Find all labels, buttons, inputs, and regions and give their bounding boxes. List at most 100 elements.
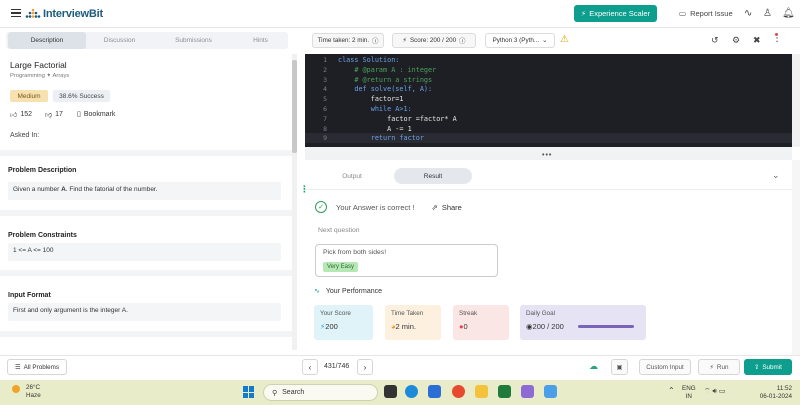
hamburger-menu-icon[interactable] [11,9,21,17]
difficulty-badge: Very Easy [323,262,359,272]
bell-icon[interactable]: 🔔︎ [782,8,795,19]
windows-start-icon[interactable] [243,386,255,398]
line-number: 5 [323,95,327,104]
upvote-button[interactable]: 👍︎ 152 [10,110,32,119]
line-number: 8 [323,124,327,133]
streak-card: Streak ●0 [453,305,509,340]
code-line[interactable]: return factor [338,134,424,142]
line-number: 7 [323,114,327,123]
file-explorer-icon[interactable] [475,385,488,398]
daily-goal-progress-bar [578,325,634,328]
report-icon: ▭ [679,9,687,18]
code-line[interactable]: A -= 1 [338,125,412,133]
downvote-button[interactable]: 👎︎ 17 [45,110,63,119]
list-icon: ☰ [15,363,21,371]
section-divider [0,210,292,216]
notification-dot [775,33,778,36]
line-number: 4 [323,85,327,94]
code-line[interactable]: # @param A : integer [338,66,436,74]
clock[interactable]: 11:52 06-01-2024 [758,385,792,401]
settings-icon[interactable]: ⚙ [732,35,740,46]
custom-input-button[interactable]: Custom Input [639,359,691,375]
share-icon: ⇗ [431,202,438,212]
lightning-icon: ⚡ [709,363,714,371]
score-card: Your Score ⚡200 [314,305,373,340]
weather-sun-icon [12,385,20,393]
section-body-constraints: 1 <= A <= 100 [8,243,281,261]
console-button[interactable]: ▣ [611,359,628,375]
drag-handle-icon[interactable]: ••• [542,152,552,159]
report-issue-button[interactable]: ▭ Report Issue [679,9,733,18]
share-button[interactable]: ⇗ Share [432,203,462,212]
run-button[interactable]: ⚡ Run [698,359,740,375]
line-number: 1 [323,56,327,64]
taskbar-search[interactable]: ⚲ Search [263,384,378,401]
bookmark-button[interactable]: ▯ Bookmark [77,110,115,119]
search-icon: ⚲ [272,389,278,397]
logo-text[interactable]: InterviewBit [43,8,103,20]
success-rate-badge: 38.6% Success [53,90,110,102]
tab-submissions[interactable]: Submissions [156,32,231,49]
all-problems-button[interactable]: ☰ All Problems [7,359,67,375]
task-view-icon[interactable] [384,385,397,398]
pulse-icon: ∿ [314,288,320,295]
language-indicator[interactable]: ENG IN [682,385,696,401]
tab-output[interactable]: Output [312,168,392,184]
section-divider [0,150,292,156]
activity-icon[interactable]: ∿ [744,8,752,19]
expand-icon[interactable]: ✖ [753,35,761,46]
tab-hints[interactable]: Hints [223,32,298,49]
next-question-title: Pick from both sides! [323,249,387,256]
time-taken-pill: Time taken: 2 min. ⓘ [312,33,384,48]
code-line[interactable]: # @return a strings [338,76,432,84]
lightning-icon: ⚡ [580,9,587,18]
code-line[interactable]: class Solution: [338,56,399,64]
problem-counter: 431/746 [324,363,350,370]
left-scrollbar[interactable] [292,54,297,350]
cloud-sync-icon[interactable]: ☁ [589,361,598,372]
line-number: 3 [323,75,327,84]
tab-result[interactable]: Result [394,168,472,184]
collapse-chevron-icon[interactable]: ⌄ [772,170,780,181]
store-icon[interactable] [428,385,441,398]
performance-heading: ∿ Your Performance [314,287,383,296]
code-line[interactable]: while A>1: [338,105,412,113]
bookmark-icon: ▯ [77,111,81,118]
code-line[interactable]: factor=1 [338,95,404,103]
warning-icon[interactable]: ⚠ [560,34,569,45]
next-question-label: Next question [318,227,360,234]
next-problem-button[interactable]: › [357,359,373,375]
daily-goal-card: Daily Goal ◉200 / 200 [520,305,646,340]
tab-description[interactable]: Description [8,32,86,49]
interviewbit-logo-icon [25,8,41,18]
problem-category: Programming ✦ Arrays [10,73,70,79]
submit-button[interactable]: ⇪ Submit [744,359,792,375]
code-line[interactable]: def solve(self, A): [338,85,432,93]
divider [305,189,793,190]
tray-chevron-icon[interactable]: ⌃ [668,386,675,395]
tab-discussion[interactable]: Discussion [82,32,157,49]
app-icon[interactable] [544,385,557,398]
next-question-card[interactable]: Pick from both sides! Very Easy [315,244,498,277]
upload-icon: ⇪ [754,363,760,371]
xbox-icon[interactable] [498,385,511,398]
language-select[interactable]: Python 3 (Pyth... ⌄ [485,33,555,48]
line-number: 6 [323,105,327,113]
check-circle-icon: ✓ [315,201,327,213]
edge-icon[interactable] [405,385,418,398]
thumbs-down-icon: 👎︎ [45,112,53,119]
reset-icon[interactable]: ↺ [711,35,719,46]
user-icon[interactable]: ♙ [763,8,772,19]
editor-scrollbar[interactable] [792,54,800,147]
result-scrollbar[interactable] [792,160,800,355]
chrome-icon[interactable] [452,385,465,398]
prev-problem-button[interactable]: ‹ [302,359,318,375]
lightning-icon: ⚡ [402,37,407,44]
chevron-down-icon: ⌄ [542,37,548,44]
code-line[interactable]: factor =factor* A [338,115,457,123]
section-heading-description: Problem Description [8,167,77,174]
wifi-sound-battery-icon[interactable]: ⌔ 🔊︎ ▭ [704,387,726,396]
experience-scaler-button[interactable]: ⚡ Experience Scaler [574,5,657,22]
slack-icon[interactable] [521,385,534,398]
weather-widget[interactable]: 26°C Haze [26,384,41,400]
